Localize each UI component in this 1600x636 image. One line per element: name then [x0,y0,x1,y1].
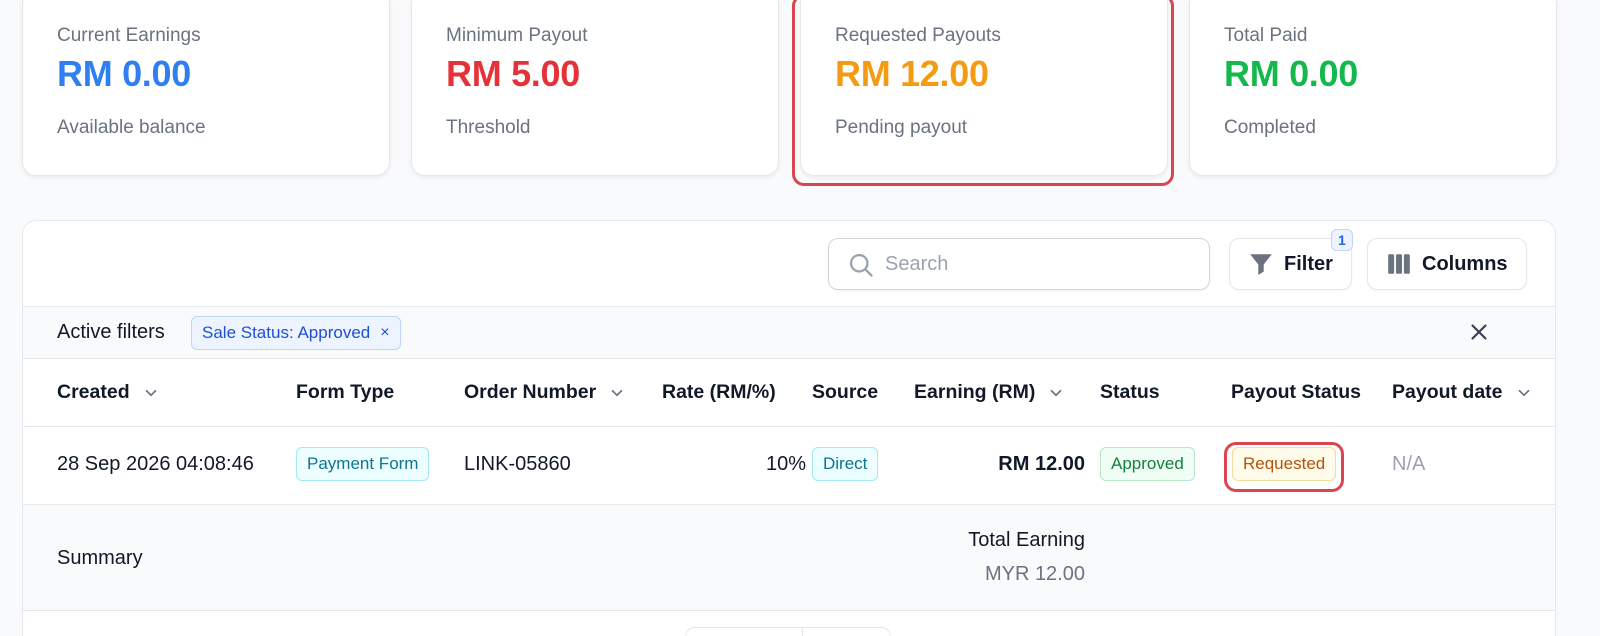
stat-subtext: Pending payout [835,117,968,138]
columns-icon [1388,254,1410,274]
column-header-earning[interactable]: Earning (RM) [914,381,1065,404]
filter-label: Filter [1284,252,1333,275]
chevron-down-icon [145,389,156,396]
stat-subtext: Completed [1224,117,1316,138]
column-header-label: Source [812,381,879,403]
stat-value: RM 5.00 [446,53,580,94]
stat-card-minimum-payout: Minimum Payout RM 5.00 Threshold [411,0,779,176]
search-input[interactable] [885,249,1185,279]
stat-card-total-paid: Total Paid RM 0.00 Completed [1189,0,1557,176]
column-header-label: Payout date [1392,381,1503,403]
filter-count-badge: 1 [1330,229,1353,251]
filter-button[interactable]: Filter 1 [1229,229,1353,290]
chevron-down-icon [1518,389,1529,396]
summary-row: Summary Total Earning MYR 12.00 [23,505,1555,611]
search-icon [849,253,873,277]
chip-remove-icon[interactable]: × [380,324,389,342]
stat-label: Total Paid [1224,25,1308,46]
stat-value: RM 12.00 [835,53,989,94]
filter-chip-label: Sale Status: Approved [202,323,371,342]
stat-label: Requested Payouts [835,25,1001,46]
status-badge: Approved [1100,447,1195,481]
column-header-payout-date[interactable]: Payout date [1392,381,1533,404]
stat-label: Current Earnings [57,25,201,46]
stat-value: RM 0.00 [1224,53,1358,94]
stat-label: Minimum Payout [446,25,588,46]
table-header: Created Form Type Order Number Rate (RM/… [23,359,1555,427]
column-header-label: Status [1100,381,1160,403]
total-earning-value: MYR 12.00 [984,563,1085,585]
table-toolbar: Filter 1 Columns [23,221,1555,307]
stat-subtext: Threshold [446,117,531,138]
funnel-icon [1250,254,1272,275]
stats-row: Current Earnings RM 0.00 Available balan… [0,0,1600,190]
columns-button[interactable]: Columns [1367,238,1527,290]
column-header-source[interactable]: Source [812,381,878,404]
column-header-rate[interactable]: Rate (RM/%) [662,381,776,404]
earnings-table-panel: Filter 1 Columns Active filters Sale Sta… [22,220,1556,636]
column-header-label: Earning (RM) [914,381,1036,403]
column-header-created[interactable]: Created [57,381,160,404]
pagination-divider [802,628,803,636]
stat-subtext: Available balance [57,117,206,138]
column-header-label: Order Number [464,381,597,403]
stat-card-requested-payouts: Requested Payouts RM 12.00 Pending payou… [800,0,1168,176]
clear-filters-close-icon[interactable] [1466,319,1492,345]
summary-label: Summary [57,547,143,569]
table-row[interactable]: 28 Sep 2026 04:08:46 Payment Form LINK-0… [23,427,1555,505]
payout-status-badge: Requested [1232,447,1337,481]
total-earning-label: Total Earning [968,529,1085,551]
active-filters-label: Active filters [57,321,165,343]
column-header-order-number[interactable]: Order Number [464,381,626,404]
pagination-control[interactable] [685,627,891,636]
column-header-form-type[interactable]: Form Type [296,381,394,404]
column-header-label: Payout Status [1231,381,1362,403]
cell-created: 28 Sep 2026 04:08:46 [57,453,254,475]
active-filters-bar: Active filters Sale Status: Approved × [23,307,1555,359]
stat-card-current-earnings: Current Earnings RM 0.00 Available balan… [22,0,390,176]
source-badge: Direct [812,447,879,481]
column-header-label: Form Type [296,381,395,403]
cell-earning: RM 12.00 [998,453,1085,475]
form-type-badge: Payment Form [296,447,430,481]
column-header-label: Rate (RM/%) [662,381,776,403]
filter-chip-sale-status[interactable]: Sale Status: Approved × [191,316,401,350]
column-header-label: Created [57,381,130,403]
chevron-down-icon [611,389,623,396]
cell-payout-date: N/A [1392,453,1426,475]
columns-label: Columns [1422,252,1508,275]
search-box[interactable] [828,238,1210,290]
cell-order-number: LINK-05860 [464,453,571,475]
cell-rate: 10% [765,453,806,475]
chevron-down-icon [1051,389,1062,396]
stat-value: RM 0.00 [57,53,191,94]
column-header-payout-status[interactable]: Payout Status [1231,381,1361,404]
column-header-status[interactable]: Status [1100,381,1160,404]
